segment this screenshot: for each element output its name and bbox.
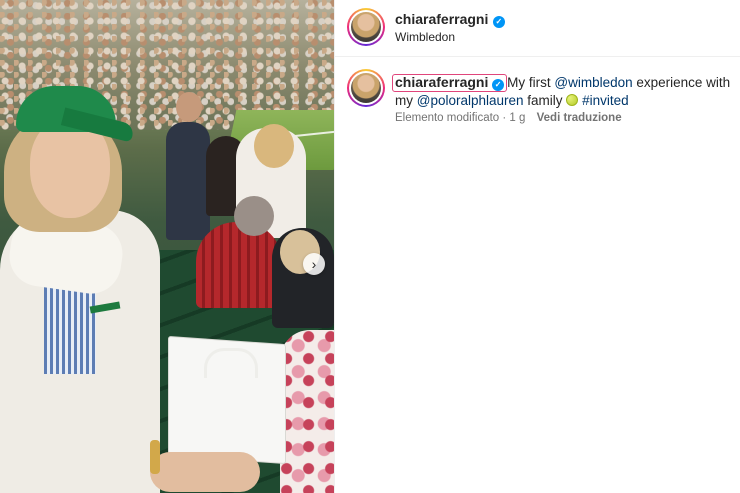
avatar[interactable]	[347, 8, 385, 46]
shopping-bag-handle	[204, 348, 258, 378]
avatar-image	[351, 73, 381, 103]
spectator	[166, 122, 210, 240]
post-caption: chiaraferragni ✓ My first @wimbledon expe…	[392, 74, 739, 110]
post-side-panel: chiaraferragni ✓ Wimbledon chiaraferragn…	[334, 0, 740, 493]
tennis-ball-icon	[566, 94, 579, 106]
avatar-image	[351, 12, 381, 42]
spectator-head	[234, 196, 274, 236]
gold-bracelet	[150, 440, 160, 474]
spectator	[280, 330, 334, 493]
header-username-row: chiaraferragni ✓	[395, 11, 505, 29]
see-translation-button[interactable]: Vedi traduzione	[537, 112, 622, 124]
caption-username-highlight: chiaraferragni ✓	[392, 74, 508, 92]
caption-avatar[interactable]	[347, 69, 385, 107]
hashtag-invited[interactable]: #invited	[582, 93, 629, 108]
woman-hand	[150, 452, 260, 492]
caption-text: My first	[507, 75, 555, 90]
spectator-head	[176, 92, 202, 122]
location-link[interactable]: Wimbledon	[395, 30, 455, 44]
mention-wimbledon[interactable]: @wimbledon	[554, 75, 632, 90]
post-header: chiaraferragni ✓ Wimbledon	[335, 0, 740, 57]
header-username[interactable]: chiaraferragni	[395, 11, 488, 27]
verified-badge-icon: ✓	[492, 79, 505, 91]
edited-timestamp: Elemento modificato · 1 g	[395, 112, 526, 124]
verified-badge-icon: ✓	[492, 16, 505, 28]
carousel-next-icon[interactable]: ›	[303, 253, 325, 275]
post-photo[interactable]: ›	[0, 0, 334, 493]
caption-text: family	[523, 93, 567, 108]
caption-username[interactable]: chiaraferragni	[395, 74, 488, 90]
spectator-head	[254, 124, 294, 168]
spectator	[196, 222, 282, 308]
post-meta: Elemento modificato · 1 g Vedi traduzion…	[395, 112, 622, 124]
mention-poloralphlauren[interactable]: @poloralphlauren	[417, 93, 524, 108]
